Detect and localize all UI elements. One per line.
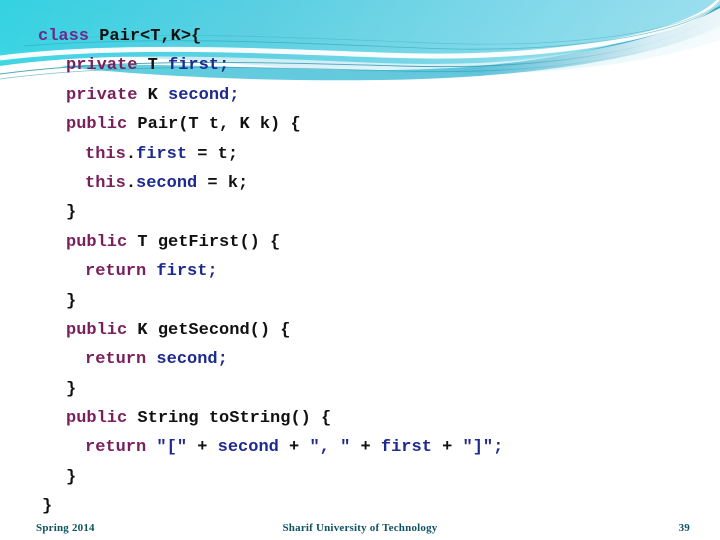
code-token: Pair(T t, K k) {	[137, 115, 301, 135]
code-token: public	[66, 232, 138, 252]
code-line: }	[0, 463, 720, 492]
code-token: .	[125, 173, 137, 193]
code-token: second	[217, 438, 279, 458]
code-token: ", "	[309, 438, 351, 458]
code-token: public	[66, 115, 138, 135]
code-token: private	[66, 85, 148, 105]
code-token: this	[85, 173, 126, 193]
code-token: second;	[168, 85, 240, 105]
code-line: public T getFirst() {	[0, 228, 720, 257]
code-token: second;	[156, 350, 228, 370]
page-number: 39	[678, 522, 690, 534]
code-token: K getSecond() {	[137, 320, 291, 340]
code-token: = t;	[187, 144, 239, 164]
code-token: first	[136, 144, 188, 164]
code-line: return first;	[0, 257, 720, 286]
slide: class Pair<T,K>{private T first; private …	[0, 0, 720, 540]
code-token: this	[85, 144, 126, 164]
code-token: first	[380, 438, 432, 458]
code-line: private T first;	[0, 51, 720, 80]
code-token: }	[66, 203, 77, 223]
code-token: }	[42, 497, 53, 517]
code-line: public Pair(T t, K k) {	[0, 110, 720, 139]
code-token: String toString() {	[137, 409, 332, 429]
code-line: }	[0, 492, 720, 521]
code-token: }	[66, 467, 77, 487]
code-line: private K second;	[0, 81, 720, 110]
code-line: }	[0, 198, 720, 227]
code-line: return "[" + second + ", " + first + "]"…	[0, 433, 720, 462]
code-token: return	[85, 350, 157, 370]
code-token: first;	[168, 56, 230, 76]
code-token: "["	[156, 438, 188, 458]
code-line: class Pair<T,K>{	[0, 22, 720, 51]
code-token: +	[187, 438, 218, 458]
code-token: Pair<T,K>{	[99, 27, 202, 46]
code-token: }	[66, 291, 77, 311]
code-line: }	[0, 375, 720, 404]
code-line: this.second = k;	[0, 169, 720, 198]
code-token: }	[66, 379, 77, 399]
code-line: this.first = t;	[0, 140, 720, 169]
code-token: T getFirst() {	[137, 232, 281, 252]
code-token: public	[66, 409, 138, 429]
code-token: return	[85, 438, 157, 458]
code-token: +	[350, 438, 381, 458]
code-token: return	[85, 262, 157, 282]
code-block: class Pair<T,K>{private T first; private …	[0, 22, 720, 522]
code-token: second	[136, 173, 198, 193]
code-token: .	[125, 144, 137, 164]
code-line: }	[0, 287, 720, 316]
code-token: "]";	[462, 438, 504, 458]
code-token: T	[147, 56, 169, 76]
code-token: private	[66, 56, 148, 76]
code-line: return second;	[0, 345, 720, 374]
code-token: +	[278, 438, 310, 458]
code-token: +	[431, 438, 463, 458]
code-token: class	[38, 27, 100, 46]
code-token: = k;	[197, 173, 249, 193]
code-line: public String toString() {	[0, 404, 720, 433]
code-token: first;	[156, 262, 218, 282]
code-token: public	[66, 320, 138, 340]
code-token: K	[147, 85, 169, 105]
code-line: public K getSecond() {	[0, 316, 720, 345]
